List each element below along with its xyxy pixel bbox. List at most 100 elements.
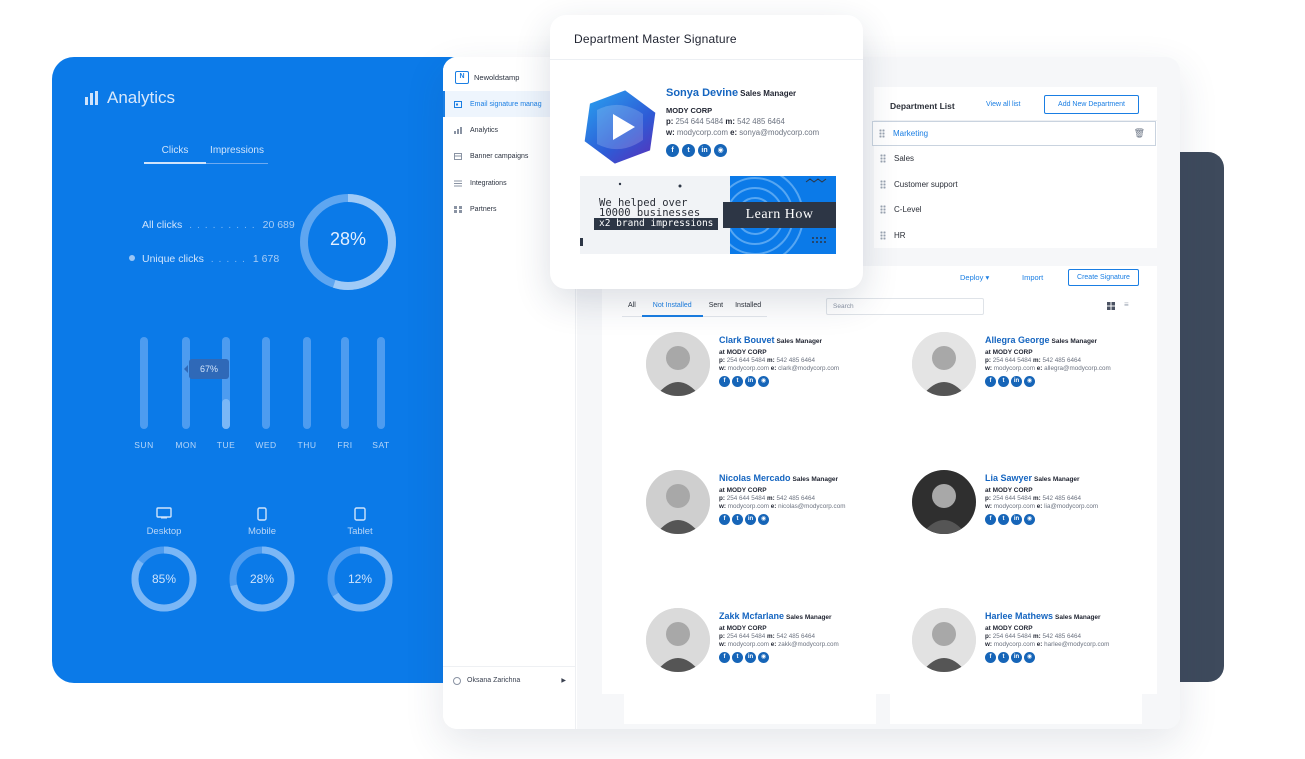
analytics-panel: Analytics Clicks Impressions All clicks … <box>52 57 472 683</box>
signature-details: Clark Bouvet Sales Manager at MODY CORP p: … <box>719 335 884 387</box>
facebook-icon[interactable]: f <box>719 652 730 663</box>
instagram-icon[interactable]: ◉ <box>714 144 727 157</box>
facebook-icon[interactable]: f <box>719 376 730 387</box>
day-label: WED <box>255 440 277 450</box>
view-all-link[interactable]: View all list <box>986 101 1021 108</box>
brand-logo[interactable]: N Newoldstamp <box>455 71 519 84</box>
signature-company: MODY CORP <box>666 106 713 115</box>
bar-thu[interactable] <box>303 337 311 429</box>
signature-web-email: w: modycorp.com e: harlee@modycorp.com <box>985 641 1110 648</box>
signature-card[interactable]: Nicolas Mercado Sales Manager at MODY CORP… <box>624 458 876 586</box>
bar-fri[interactable] <box>341 337 349 429</box>
tab-all[interactable]: All <box>622 296 642 317</box>
drag-handle-icon[interactable] <box>880 205 886 214</box>
bar-tue[interactable] <box>222 337 230 429</box>
tab-not-installed[interactable]: Not Installed <box>641 296 703 317</box>
twitter-icon[interactable]: t <box>682 144 695 157</box>
signature-card[interactable]: Allegra George Sales Manager at MODY CORP p… <box>890 320 1142 448</box>
create-signature-button[interactable]: Create Signature <box>1068 269 1139 286</box>
instagram-icon[interactable]: ◉ <box>758 514 769 525</box>
signature-card[interactable]: Lia Sawyer Sales Manager at MODY CORP p: 25… <box>890 458 1142 586</box>
signature-card[interactable]: Harlee Mathews Sales Manager at MODY CORP p… <box>890 596 1142 724</box>
sidebar-item-label: Banner campaigns <box>470 152 529 160</box>
bar-sun[interactable] <box>140 337 148 429</box>
facebook-icon[interactable]: f <box>666 144 679 157</box>
learn-how-button[interactable]: Learn How <box>723 202 836 228</box>
banner-highlight: x2 brand impressions <box>594 218 719 230</box>
twitter-icon[interactable]: t <box>998 514 1009 525</box>
day-label: SUN <box>134 440 154 450</box>
facebook-icon[interactable]: f <box>985 514 996 525</box>
linkedin-icon[interactable]: in <box>1011 514 1022 525</box>
instagram-icon[interactable]: ◉ <box>1024 376 1035 387</box>
add-department-button[interactable]: Add New Department <box>1044 95 1139 114</box>
linkedin-icon[interactable]: in <box>745 652 756 663</box>
bar-mon[interactable] <box>182 337 190 429</box>
twitter-icon[interactable]: t <box>732 514 743 525</box>
grid-view-icon[interactable] <box>1107 302 1115 310</box>
facebook-icon[interactable]: f <box>985 652 996 663</box>
twitter-icon[interactable]: t <box>732 652 743 663</box>
linkedin-icon[interactable]: in <box>745 514 756 525</box>
banner-icon <box>454 152 462 160</box>
twitter-icon[interactable]: t <box>998 652 1009 663</box>
signature-card[interactable]: Zakk Mcfarlane Sales Manager at MODY CORP p… <box>624 596 876 724</box>
department-row-customer-support[interactable]: Customer support <box>874 172 1157 197</box>
instagram-icon[interactable]: ◉ <box>1024 652 1035 663</box>
signature-web-email: w: modycorp.com e: clark@modycorp.com <box>719 365 840 372</box>
instagram-icon[interactable]: ◉ <box>758 376 769 387</box>
department-row-sales[interactable]: Sales <box>874 146 1157 171</box>
drag-handle-icon[interactable] <box>880 154 886 163</box>
social-links: f t in ◉ <box>666 144 819 157</box>
linkedin-icon[interactable]: in <box>1011 652 1022 663</box>
popup-title: Department Master Signature <box>574 32 737 46</box>
analytics-tabs: Clicks Impressions <box>144 145 268 164</box>
instagram-icon[interactable]: ◉ <box>758 652 769 663</box>
linkedin-icon[interactable]: in <box>745 376 756 387</box>
linkedin-icon[interactable]: in <box>1011 376 1022 387</box>
signature-card[interactable]: Clark Bouvet Sales Manager at MODY CORP p: … <box>624 320 876 448</box>
tab-impressions[interactable]: Impressions <box>206 145 268 164</box>
signature-web-email: w: modycorp.com e: allegra@modycorp.com <box>985 365 1111 372</box>
drag-handle-icon[interactable] <box>879 129 885 138</box>
profile-photo <box>912 332 976 396</box>
social-links: f t in ◉ <box>719 652 884 663</box>
tab-clicks[interactable]: Clicks <box>144 145 206 164</box>
drag-handle-icon[interactable] <box>880 180 886 189</box>
bar-wed[interactable] <box>262 337 270 429</box>
department-name: C-Level <box>894 205 922 214</box>
signature-company: at MODY CORP <box>719 487 767 494</box>
day-label: MON <box>175 440 197 450</box>
twitter-icon[interactable]: t <box>732 376 743 387</box>
social-links: f t in ◉ <box>985 652 1150 663</box>
department-row-hr[interactable]: HR <box>874 223 1157 248</box>
desktop-value: 85% <box>151 572 177 586</box>
facebook-icon[interactable]: f <box>719 514 730 525</box>
user-menu[interactable]: Oksana Zarichna ▶ <box>443 666 576 694</box>
bar-sat[interactable] <box>377 337 385 429</box>
trash-icon[interactable]: 🗑 <box>1134 128 1145 139</box>
search-input[interactable]: Search <box>826 298 984 315</box>
instagram-icon[interactable]: ◉ <box>1024 514 1035 525</box>
list-view-icon[interactable]: ≡ <box>1124 301 1129 309</box>
master-name: Sonya Devine Sales Manager <box>666 87 819 99</box>
department-row-marketing[interactable]: Marketing 🗑 <box>872 121 1156 146</box>
tab-sent[interactable]: Sent <box>702 296 730 317</box>
twitter-icon[interactable]: t <box>998 376 1009 387</box>
import-button[interactable]: Import <box>1022 273 1043 282</box>
drag-handle-icon[interactable] <box>880 231 886 240</box>
signature-banner[interactable]: We helped over 10000 businesses x2 brand… <box>580 176 836 254</box>
sidebar-item-label: Email signature manag <box>470 100 542 108</box>
facebook-icon[interactable]: f <box>985 376 996 387</box>
linkedin-icon[interactable]: in <box>698 144 711 157</box>
unique-clicks-stat: Unique clicks . . . . . 1 678 <box>142 253 279 265</box>
tab-installed[interactable]: Installed <box>729 296 768 317</box>
unique-clicks-label: Unique clicks <box>142 253 204 265</box>
signatures-panel: Deploy ▾ Import Create Signature All Not… <box>602 266 1157 724</box>
signature-name-line: Clark Bouvet Sales Manager <box>719 335 884 345</box>
day-label: TUE <box>216 440 236 450</box>
department-row-c-level[interactable]: C-Level <box>874 197 1157 222</box>
signature-name-line: Nicolas Mercado Sales Manager <box>719 473 884 483</box>
deploy-dropdown[interactable]: Deploy ▾ <box>960 273 989 282</box>
signature-role: Sales Manager <box>740 89 797 98</box>
